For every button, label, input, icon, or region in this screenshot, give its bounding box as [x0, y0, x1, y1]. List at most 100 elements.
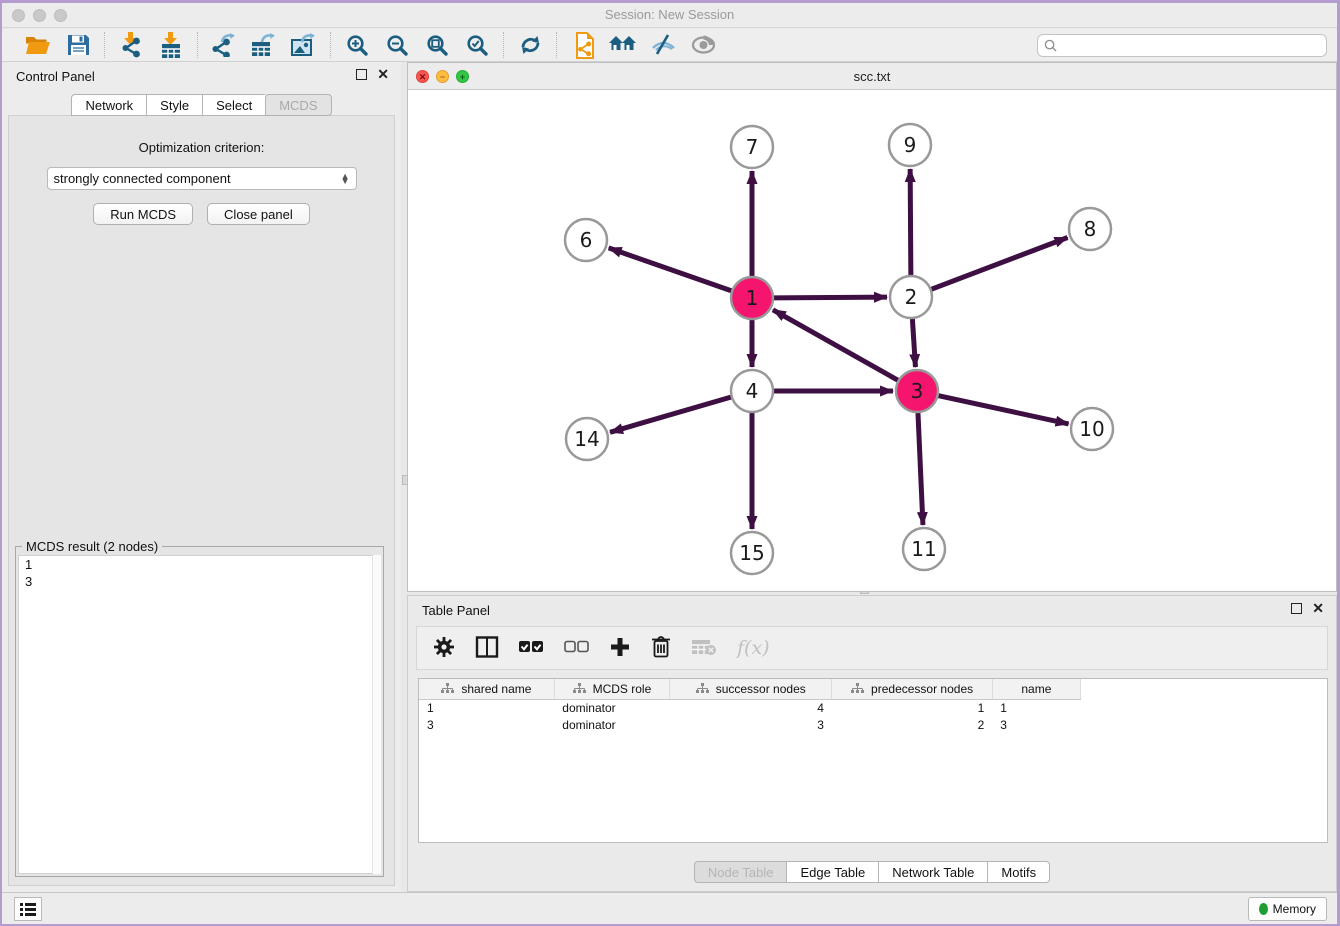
node-11[interactable]: 11 [903, 528, 945, 570]
float-panel-icon[interactable] [356, 69, 367, 80]
column-edit-icon [441, 683, 454, 694]
column-header-name[interactable]: name [992, 679, 1080, 699]
node-9[interactable]: 9 [889, 124, 931, 166]
home-icon [609, 34, 637, 56]
edge-4-14[interactable] [610, 397, 731, 432]
zoom-in-button[interactable] [340, 31, 374, 59]
tab-edge-table[interactable]: Edge Table [786, 861, 878, 883]
document-network-button[interactable] [566, 31, 600, 59]
zoom-fit-button[interactable] [420, 31, 454, 59]
node-3[interactable]: 3 [896, 370, 938, 412]
toolbar-group [12, 31, 104, 59]
node-2[interactable]: 2 [890, 276, 932, 318]
memory-button[interactable]: Memory [1248, 897, 1327, 921]
refresh-icon [519, 34, 542, 56]
float-table-panel-icon[interactable] [1291, 603, 1302, 614]
close-table-panel-icon[interactable]: ✕ [1312, 603, 1324, 614]
svg-text:4: 4 [746, 379, 759, 403]
column-header-MCDS-role[interactable]: MCDS role [554, 679, 669, 699]
node-1[interactable]: 1 [731, 277, 773, 319]
columns-button[interactable] [475, 636, 499, 661]
result-scrollbar[interactable] [372, 555, 381, 874]
hide-visibility-button[interactable] [646, 31, 680, 59]
export-network-icon [211, 33, 237, 57]
node-7[interactable]: 7 [731, 126, 773, 168]
add-row-button[interactable] [609, 636, 631, 661]
columns-icon [475, 636, 499, 661]
home-button[interactable] [606, 31, 640, 59]
delete-table-button [691, 638, 717, 659]
import-network-button[interactable] [114, 31, 148, 59]
node-4[interactable]: 4 [731, 370, 773, 412]
table-row[interactable]: 3dominator323 [419, 716, 1081, 733]
table-panel-title: Table Panel [422, 603, 490, 618]
edge-1-6[interactable] [609, 248, 732, 291]
edge-1-2[interactable] [774, 297, 887, 298]
settings-gear-button[interactable] [433, 636, 455, 661]
select-all-checked-button[interactable] [519, 640, 544, 657]
import-table-button[interactable] [154, 31, 188, 59]
column-header-predecessor-nodes[interactable]: predecessor nodes [832, 679, 992, 699]
tab-motifs[interactable]: Motifs [987, 861, 1050, 883]
table-cell: 3 [992, 716, 1080, 733]
search-icon [1044, 39, 1057, 52]
toolbar-group [105, 31, 197, 59]
search-input[interactable] [1062, 39, 1320, 53]
tab-style[interactable]: Style [146, 94, 202, 116]
table-cell: 2 [832, 716, 992, 733]
edge-3-11[interactable] [918, 413, 923, 525]
export-table-button[interactable] [247, 31, 281, 59]
refresh-button[interactable] [513, 31, 547, 59]
settings-gear-icon [433, 636, 455, 661]
node-15[interactable]: 15 [731, 532, 773, 574]
node-14[interactable]: 14 [566, 418, 608, 460]
export-network-button[interactable] [207, 31, 241, 59]
task-history-button[interactable] [14, 897, 42, 921]
status-bar: Memory [2, 892, 1337, 924]
list-icon [20, 902, 36, 916]
column-header-shared-name[interactable]: shared name [419, 679, 554, 699]
tab-select[interactable]: Select [202, 94, 265, 116]
zoom-selected-button[interactable] [460, 31, 494, 59]
network-window-titlebar: ✕ − + scc.txt [408, 63, 1336, 90]
table-cell: dominator [554, 699, 669, 716]
mcds-result-frame: MCDS result (2 nodes) 13 [15, 546, 384, 877]
node-6[interactable]: 6 [565, 219, 607, 261]
title-bar: Session: New Session [2, 3, 1337, 28]
result-list-item[interactable]: 1 [19, 556, 380, 573]
export-image-button[interactable] [287, 31, 321, 59]
run-mcds-button[interactable]: Run MCDS [93, 203, 193, 225]
open-session-button[interactable] [21, 31, 55, 59]
node-10[interactable]: 10 [1071, 408, 1113, 450]
result-list-item[interactable]: 3 [19, 573, 380, 590]
edge-3-10[interactable] [938, 396, 1068, 424]
edge-2-9[interactable] [910, 169, 911, 275]
mcds-result-list: 13 [18, 555, 381, 874]
delete-row-button[interactable] [651, 635, 671, 661]
column-header-successor-nodes[interactable]: successor nodes [670, 679, 832, 699]
tab-network-table[interactable]: Network Table [878, 861, 987, 883]
svg-text:3: 3 [911, 379, 924, 403]
edge-2-8[interactable] [932, 238, 1068, 290]
close-panel-icon[interactable]: ✕ [377, 69, 389, 80]
tab-mcds[interactable]: MCDS [265, 94, 331, 116]
save-session-button[interactable] [61, 31, 95, 59]
optimization-criterion-select[interactable]: strongly connected component ▲▼ [47, 167, 357, 190]
table-row[interactable]: 1dominator411 [419, 699, 1081, 716]
show-visibility-button[interactable] [686, 31, 720, 59]
toolbar-group [331, 31, 503, 59]
tab-node-table[interactable]: Node Table [694, 861, 787, 883]
node-8[interactable]: 8 [1069, 208, 1111, 250]
edge-2-3[interactable] [912, 319, 915, 367]
zoom-selected-icon [466, 34, 488, 56]
close-panel-button[interactable]: Close panel [207, 203, 310, 225]
network-canvas[interactable]: 7 9 6 8 1 2 4 3 14 10 15 11 [408, 90, 1336, 591]
edge-3-1[interactable] [773, 310, 898, 380]
zoom-out-button[interactable] [380, 31, 414, 59]
select-none-button[interactable] [564, 640, 589, 657]
svg-text:6: 6 [580, 228, 593, 252]
mcds-result-title: MCDS result (2 nodes) [22, 539, 162, 554]
search-box[interactable] [1037, 34, 1327, 57]
delete-table-icon [691, 638, 717, 659]
tab-network[interactable]: Network [71, 94, 146, 116]
